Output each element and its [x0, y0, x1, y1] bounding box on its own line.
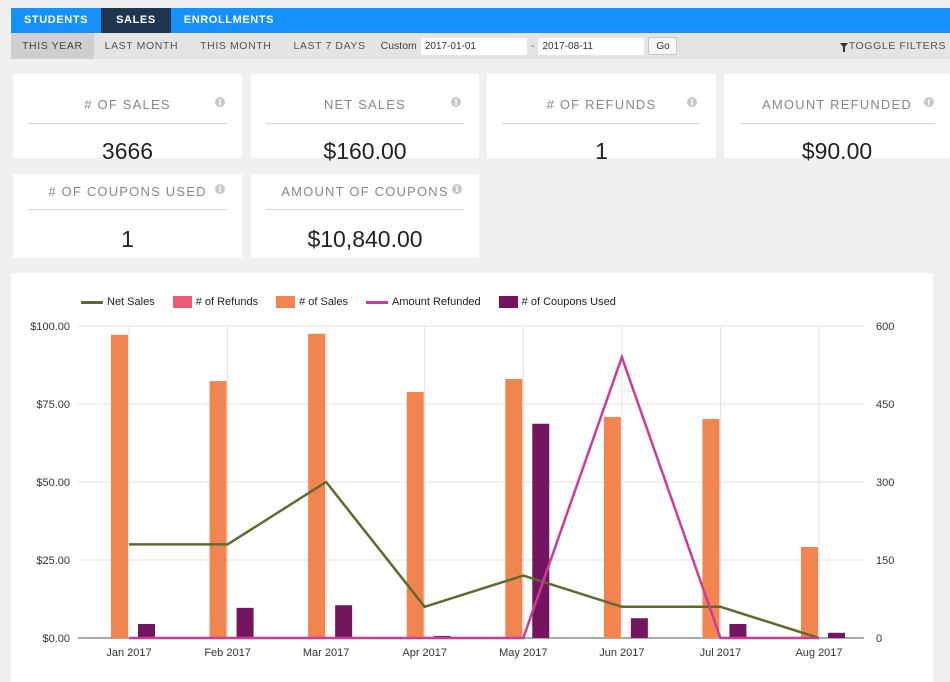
- preset-last-7-days[interactable]: LAST 7 DAYS: [282, 33, 376, 59]
- bar-of-coupons-used: [236, 607, 254, 638]
- stat-value: $90.00: [801, 138, 873, 164]
- stat-card-amount-coupons: AMOUNT OF COUPONS i $10,840.00: [251, 174, 479, 258]
- custom-range-label: Custom: [380, 40, 417, 52]
- x-axis-tick-label: Jan 2017: [106, 647, 151, 659]
- left-axis-tick-label: $50.00: [36, 477, 70, 489]
- stat-card-amount-refunded: AMOUNT REFUNDED i $90.00: [724, 74, 950, 164]
- go-button[interactable]: Go: [648, 37, 678, 55]
- date-separator: -: [530, 40, 535, 52]
- stat-title: # OF COUPONS USED: [48, 184, 207, 199]
- bar-of-coupons-used: [729, 623, 747, 638]
- x-axis-tick-label: Mar 2017: [303, 647, 349, 659]
- x-axis-tick-label: Apr 2017: [402, 647, 447, 659]
- end-date-input[interactable]: [538, 37, 645, 55]
- divider: [266, 123, 464, 124]
- bar-of-sales: [209, 381, 227, 638]
- info-icon[interactable]: i: [687, 97, 697, 107]
- bar-of-coupons-used: [335, 605, 353, 638]
- stat-value: $10,840.00: [307, 226, 423, 252]
- filter-bar: THIS YEAR LAST MONTH THIS MONTH LAST 7 D…: [11, 33, 950, 59]
- preset-last-month[interactable]: LAST MONTH: [94, 33, 189, 59]
- preset-this-month[interactable]: THIS MONTH: [189, 33, 282, 59]
- bar-of-sales: [111, 334, 128, 638]
- divider: [28, 209, 227, 210]
- tab-sales[interactable]: SALES: [101, 8, 171, 33]
- tab-students[interactable]: STUDENTS: [11, 8, 101, 33]
- toggle-filters-label: TOGGLE FILTERS: [848, 40, 946, 52]
- top-navigation: STUDENTS SALES ENROLLMENTS: [11, 8, 950, 33]
- bar-of-coupons-used: [828, 632, 845, 638]
- bar-of-sales: [801, 547, 818, 638]
- stat-card-net-sales: NET SALES i $160.00: [251, 74, 479, 164]
- stat-title: AMOUNT OF COUPONS: [281, 184, 449, 199]
- filter-funnel-icon: [839, 43, 848, 52]
- left-axis-tick-label: $25.00: [36, 555, 70, 567]
- sales-chart-panel: Net Sales # of Refunds # of Sales Amount Re…: [11, 273, 933, 682]
- info-icon[interactable]: i: [451, 97, 461, 107]
- info-icon[interactable]: i: [924, 97, 934, 107]
- left-axis-tick-label: $75.00: [36, 399, 70, 411]
- bar-of-coupons-used: [630, 618, 648, 638]
- stat-card-num-refunds: # OF REFUNDS i 1: [487, 74, 716, 164]
- left-axis-tick-label: $100.00: [30, 321, 70, 333]
- stat-title: NET SALES: [323, 97, 407, 112]
- stat-card-num-sales: # OF SALES i 3666: [13, 74, 242, 164]
- x-axis-tick-label: Aug 2017: [795, 647, 842, 659]
- start-date-input[interactable]: [420, 37, 527, 55]
- stat-value: 3666: [101, 138, 154, 164]
- tab-enrollments[interactable]: ENROLLMENTS: [171, 8, 287, 33]
- left-axis-tick-label: $0.00: [42, 633, 70, 645]
- stat-value: 1: [595, 138, 608, 164]
- divider: [266, 209, 464, 210]
- stat-title: AMOUNT REFUNDED: [762, 97, 912, 112]
- stat-title: # OF SALES: [84, 97, 171, 112]
- bar-of-sales: [505, 379, 523, 638]
- info-icon[interactable]: i: [215, 97, 225, 107]
- x-axis-tick-label: May 2017: [499, 647, 547, 659]
- stat-value: 1: [121, 226, 134, 252]
- right-axis-tick-label: 600: [876, 321, 894, 333]
- divider: [739, 123, 935, 124]
- right-axis-tick-label: 450: [876, 399, 894, 411]
- info-icon[interactable]: i: [452, 184, 462, 194]
- divider: [502, 123, 701, 124]
- bar-of-sales: [308, 333, 326, 638]
- bar-of-sales: [702, 419, 720, 638]
- x-axis-tick-label: Jul 2017: [700, 647, 742, 659]
- right-axis-tick-label: 150: [876, 555, 894, 567]
- x-axis-tick-label: Feb 2017: [204, 647, 250, 659]
- preset-this-year[interactable]: THIS YEAR: [11, 33, 94, 59]
- stat-card-coupons-used: # OF COUPONS USED i 1: [13, 174, 242, 258]
- toggle-filters-button[interactable]: TOGGLE FILTERS: [839, 33, 946, 59]
- divider: [28, 123, 227, 124]
- sales-chart: $0.00 $25.00 $50.00 $75.00 $100.00 0 150 300 450…: [30, 321, 894, 659]
- right-axis-tick-label: 300: [876, 477, 894, 489]
- x-axis-tick-label: Jun 2017: [599, 647, 644, 659]
- bar-of-coupons-used: [138, 623, 155, 638]
- stat-value: $160.00: [323, 138, 407, 164]
- info-icon[interactable]: i: [215, 184, 225, 194]
- right-axis-tick-label: 0: [876, 633, 882, 645]
- stat-title: # OF REFUNDS: [546, 97, 657, 112]
